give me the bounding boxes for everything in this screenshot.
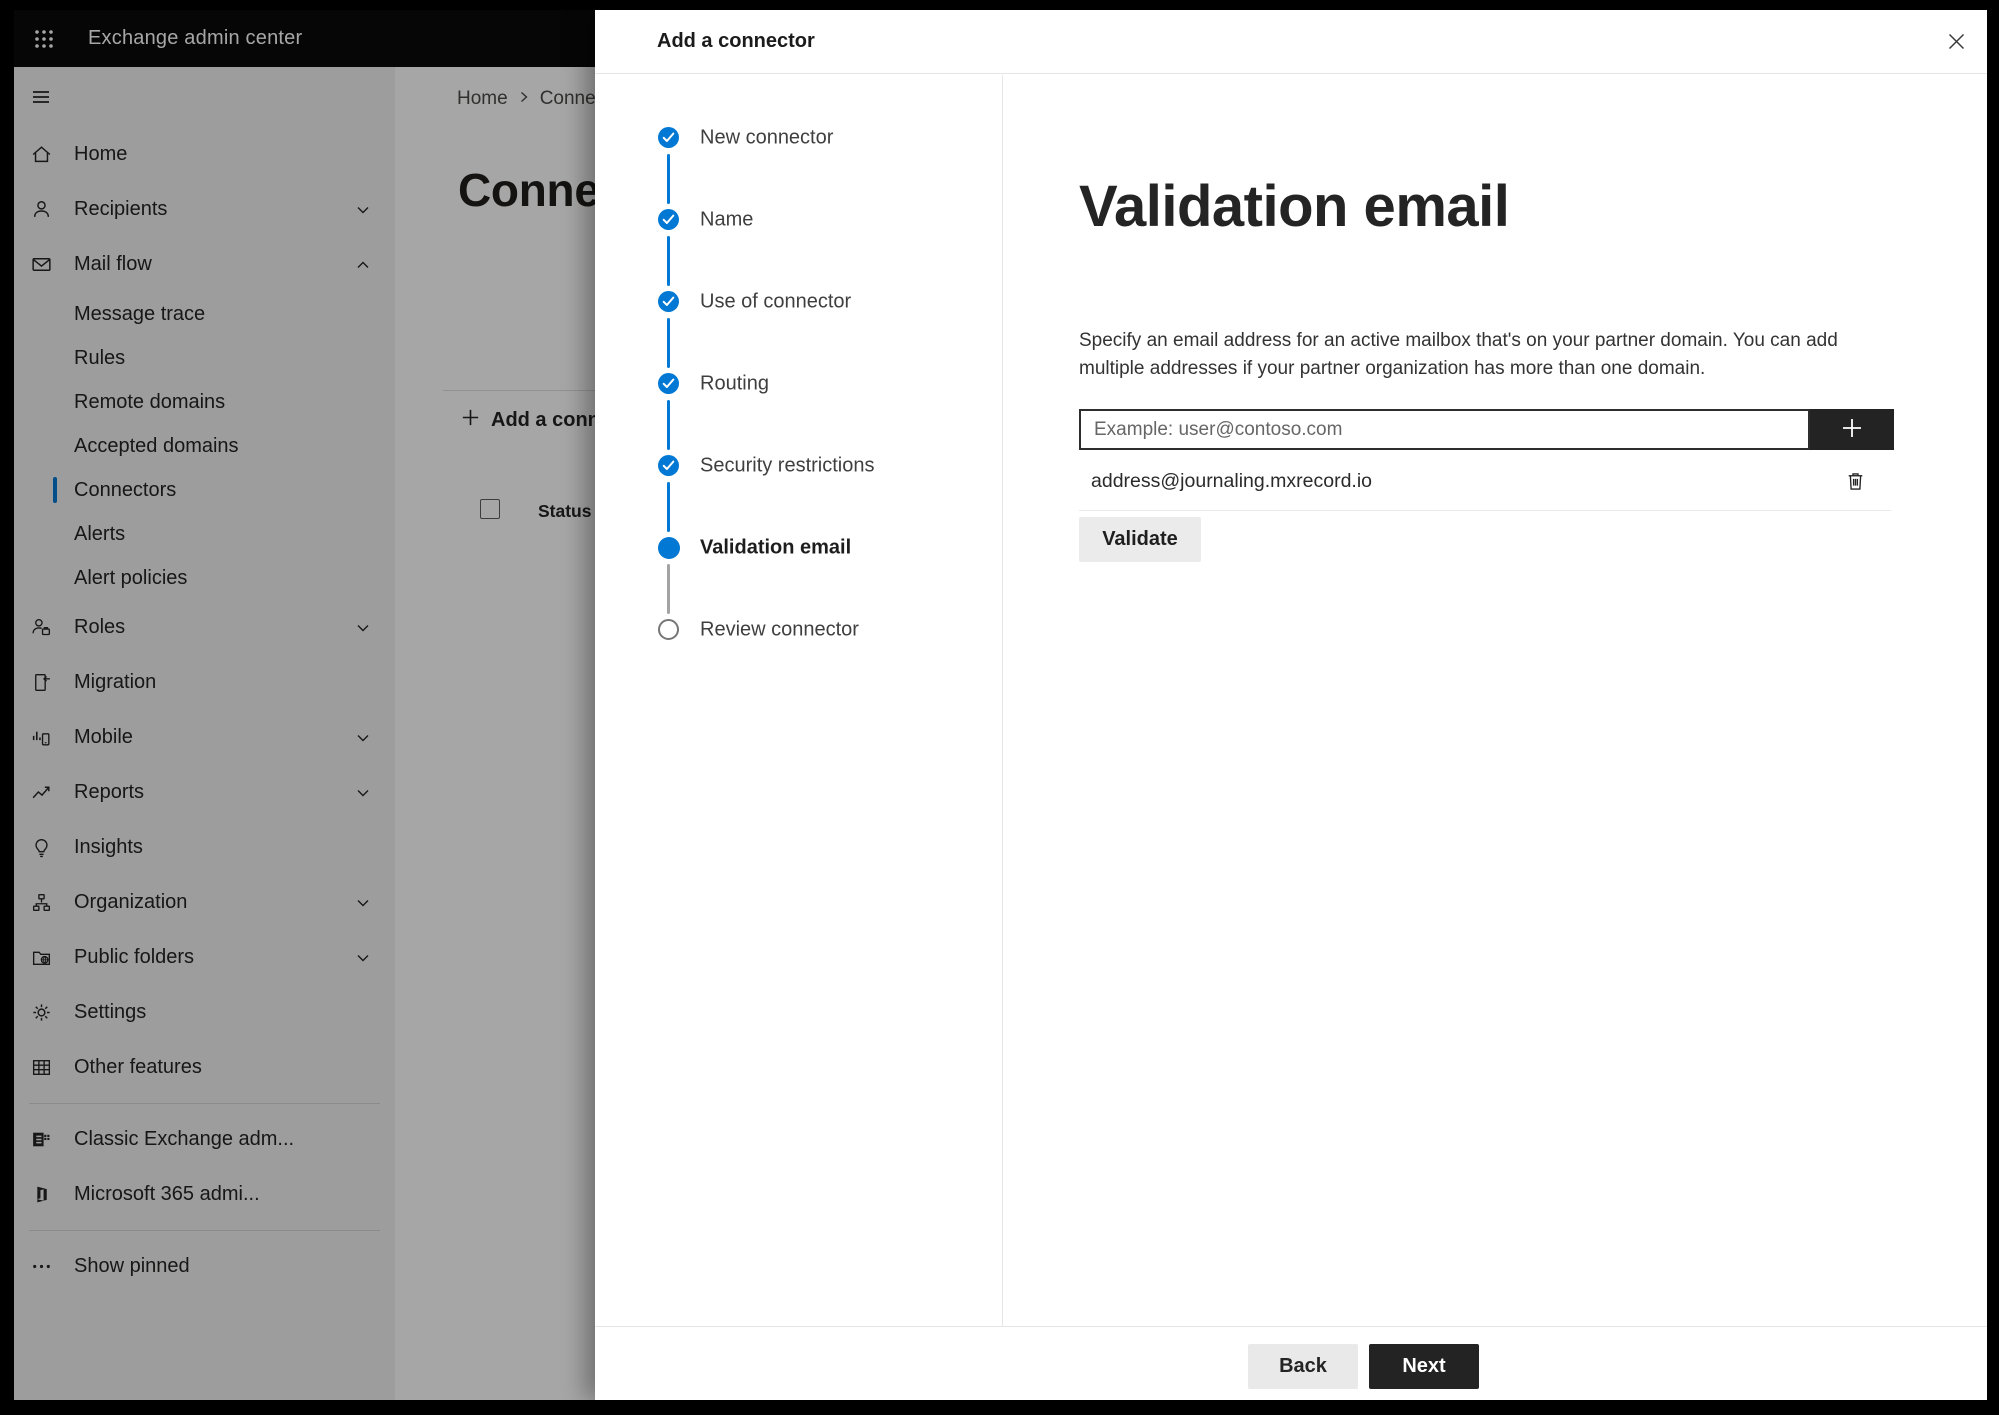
next-button[interactable]: Next xyxy=(1369,1344,1479,1389)
panel-body: New connector Name Use of connector Rout… xyxy=(595,75,1987,1326)
wizard-step[interactable]: New connector xyxy=(595,127,1002,209)
screenshot-frame: Exchange admin center Home Recipients Ma… xyxy=(0,0,1999,1415)
wizard-step[interactable]: Use of connector xyxy=(595,291,1002,373)
step-description: Specify an email address for an active m… xyxy=(1079,330,1838,379)
back-button[interactable]: Back xyxy=(1248,1344,1358,1389)
wizard-step[interactable]: Routing xyxy=(595,373,1002,455)
app-window: Exchange admin center Home Recipients Ma… xyxy=(14,10,1987,1400)
step-circle xyxy=(658,619,679,640)
check-icon xyxy=(658,127,679,148)
step-circle xyxy=(658,537,680,559)
add-connector-panel: Add a connector New connector Name Use o… xyxy=(595,10,1987,1400)
address-row: address@journaling.mxrecord.io xyxy=(1079,461,1894,501)
check-icon xyxy=(658,291,679,312)
add-address-button[interactable] xyxy=(1810,409,1894,450)
address-divider xyxy=(1079,510,1891,511)
wizard-step[interactable]: Name xyxy=(595,209,1002,291)
email-input-row xyxy=(1079,409,1894,450)
panel-footer: Back Next xyxy=(595,1326,1987,1400)
step-heading: Validation email xyxy=(1079,174,1510,239)
check-icon xyxy=(658,455,679,476)
step-content: Validation email Specify an email addres… xyxy=(1004,75,1987,1326)
close-icon[interactable] xyxy=(1939,24,1973,58)
validate-button[interactable]: Validate xyxy=(1079,517,1201,562)
trash-icon[interactable] xyxy=(1840,466,1870,496)
wizard-step[interactable]: Validation email xyxy=(595,537,1002,619)
panel-title: Add a connector xyxy=(657,30,815,52)
wizard-step[interactable]: Review connector xyxy=(595,619,1002,701)
check-icon xyxy=(658,373,679,394)
plus-icon xyxy=(1839,415,1865,444)
check-icon xyxy=(658,209,679,230)
panel-header: Add a connector xyxy=(595,10,1987,74)
wizard-stepper: New connector Name Use of connector Rout… xyxy=(595,75,1003,1326)
email-input[interactable] xyxy=(1079,409,1810,450)
address-email: address@journaling.mxrecord.io xyxy=(1091,469,1373,492)
wizard-step[interactable]: Security restrictions xyxy=(595,455,1002,537)
